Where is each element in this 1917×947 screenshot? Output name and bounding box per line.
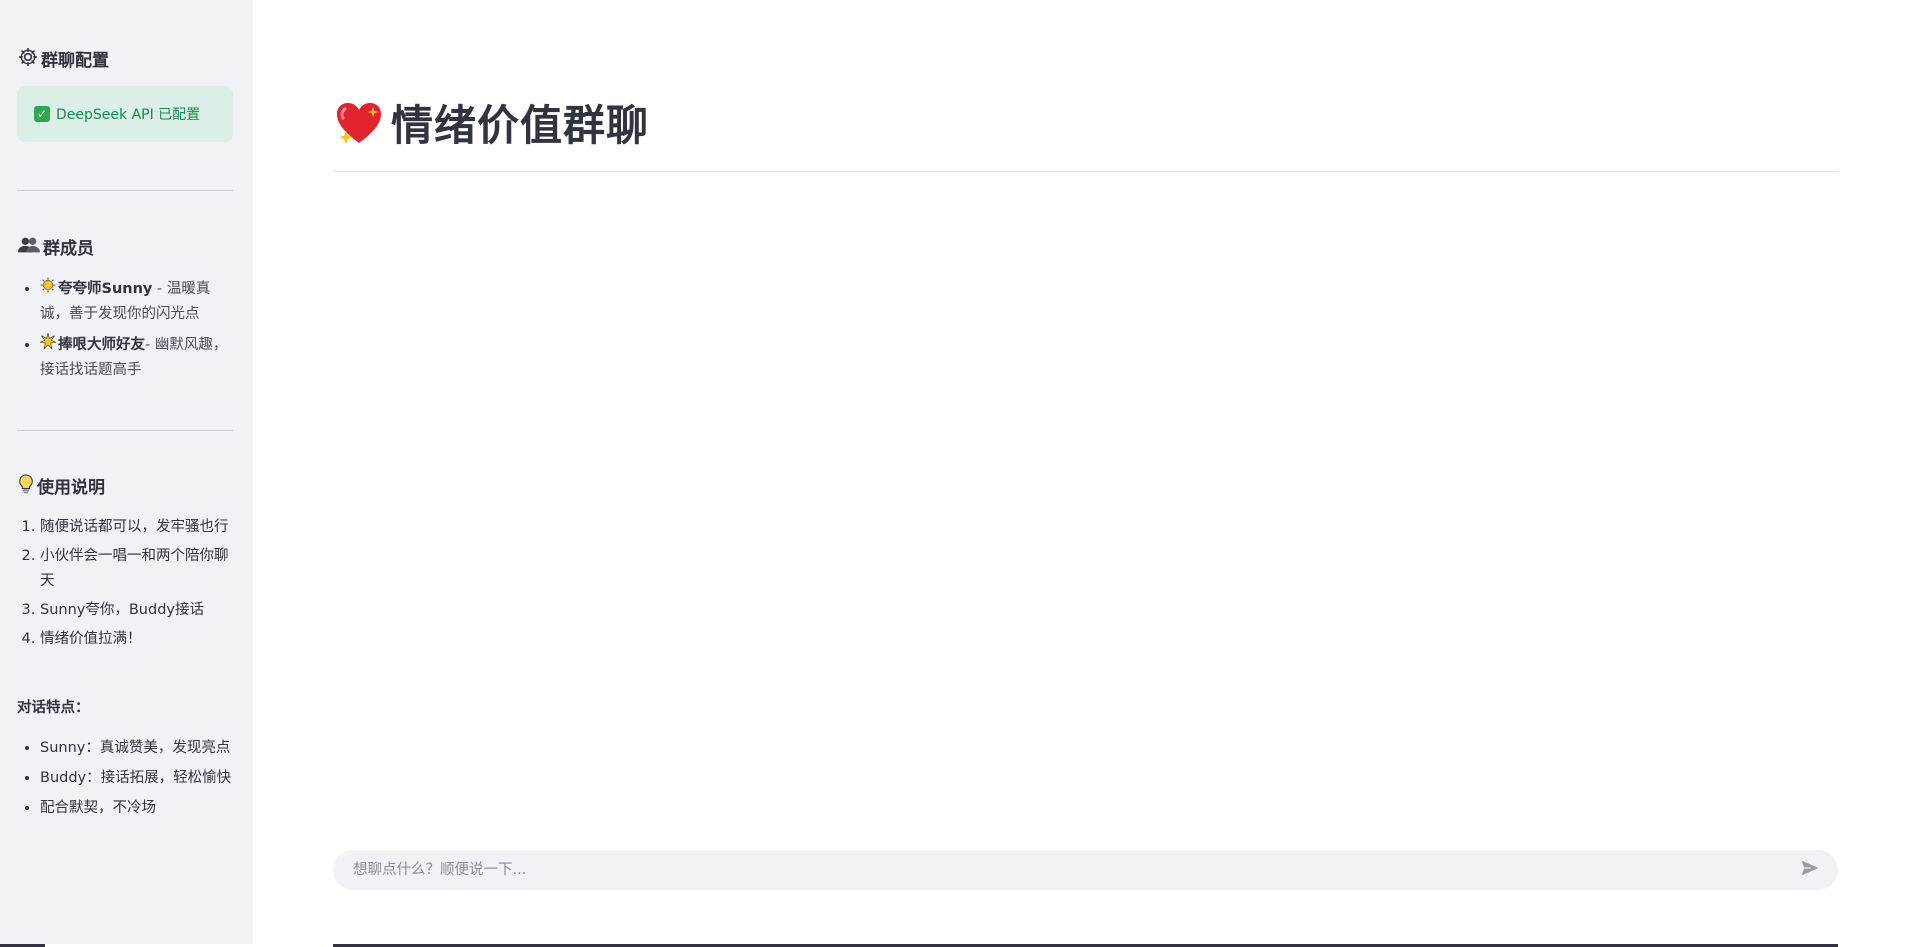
page-title: 情绪价值群聊 [333, 92, 649, 153]
members-heading: 群成员 [18, 234, 94, 259]
member-item-buddy: 捧哏大师好友- 幽默风趣，接话找话题高手 [38, 332, 233, 383]
send-icon[interactable] [1800, 858, 1820, 882]
member-name: 夸夸师Sunny [58, 281, 153, 297]
sidebar-divider [17, 430, 233, 431]
api-status-box: ✓ DeepSeek API 已配置 [17, 86, 233, 142]
sidebar-divider [17, 190, 233, 191]
member-name: 捧哏大师好友 [58, 337, 145, 353]
sun-icon [40, 276, 56, 301]
guide-step: 随便说话都可以，发牢骚也行 [40, 515, 233, 540]
title-divider [333, 171, 1838, 172]
members-title: 群成员 [43, 239, 94, 259]
people-icon [18, 236, 40, 258]
features-title: 对话特点： [17, 700, 90, 716]
guide-heading: 使用说明 [18, 473, 105, 498]
app-root: 群聊配置 ✓ DeepSeek API 已配置 群成员 夸夸师Sunny - 温… [0, 0, 1917, 947]
burst-icon [38, 332, 58, 357]
guide-steps: 随便说话都可以，发牢骚也行 小伙伴会一唱一和两个陪你聊天 Sunny夸你，Bud… [0, 515, 233, 656]
config-heading: 群聊配置 [18, 46, 109, 71]
feature-item: Buddy：接话拓展，轻松愉快 [40, 766, 233, 791]
config-title: 群聊配置 [41, 51, 109, 71]
chat-input-bar [333, 850, 1838, 890]
sparkling-heart-icon [333, 97, 385, 149]
guide-step: 小伙伴会一唱一和两个陪你聊天 [40, 544, 233, 594]
check-icon: ✓ [34, 106, 50, 122]
guide-step: Sunny夸你，Buddy接话 [40, 598, 233, 623]
feature-list: Sunny：真诚赞美，发现亮点 Buddy：接话拓展，轻松愉快 配合默契，不冷场 [0, 736, 233, 826]
feature-item: Sunny：真诚赞美，发现亮点 [40, 736, 233, 761]
lightbulb-icon [18, 473, 34, 498]
member-list: 夸夸师Sunny - 温暖真诚，善于发现你的闪光点 捧哏大师好友- 幽默风趣，接… [0, 276, 233, 388]
guide-step: 情绪价值拉满！ [40, 627, 233, 652]
member-item-sunny: 夸夸师Sunny - 温暖真诚，善于发现你的闪光点 [40, 276, 233, 327]
feature-item: 配合默契，不冷场 [40, 796, 233, 821]
guide-title: 使用说明 [37, 478, 105, 498]
page-title-text: 情绪价值群聊 [391, 101, 650, 151]
gear-icon [18, 47, 38, 71]
api-status-text: DeepSeek API 已配置 [56, 107, 201, 123]
chat-input[interactable] [351, 861, 1800, 879]
sidebar: 群聊配置 ✓ DeepSeek API 已配置 群成员 夸夸师Sunny - 温… [0, 0, 253, 947]
